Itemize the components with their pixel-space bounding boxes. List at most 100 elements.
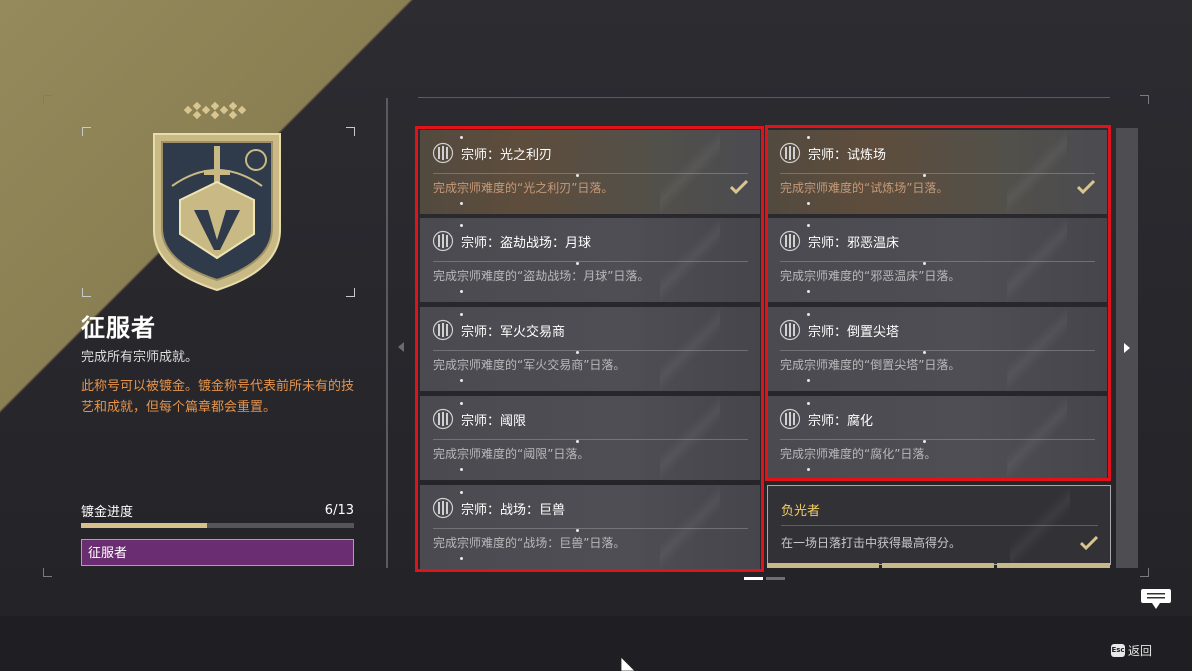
decor-dot bbox=[576, 174, 579, 177]
triumph-title: 宗师：试炼场 bbox=[808, 148, 887, 163]
card-chevron-pattern bbox=[1007, 396, 1067, 480]
triumph-card[interactable]: 宗师：试炼场 完成宗师难度的“试炼场”日落。 bbox=[767, 130, 1107, 214]
emblem-frame-corner bbox=[346, 127, 355, 136]
header-divider bbox=[418, 97, 1110, 98]
triumph-card[interactable]: 宗师：倒置尖塔 完成宗师难度的“倒置尖塔”日落。 bbox=[767, 307, 1107, 391]
decor-dot bbox=[576, 529, 579, 532]
decor-dot bbox=[460, 290, 463, 293]
conqueror-seal-icon bbox=[153, 133, 281, 292]
triumph-description: 完成宗师难度的“光之利刃”日落。 bbox=[433, 181, 614, 195]
triumph-card[interactable]: 宗师：腐化完成宗师难度的“腐化”日落。 bbox=[767, 396, 1107, 480]
back-label: 返回 bbox=[1128, 644, 1153, 658]
triumph-description: 在一场日落打击中获得最高得分。 bbox=[781, 536, 962, 550]
decor-dot bbox=[460, 557, 463, 560]
decor-dot bbox=[923, 351, 926, 354]
triumph-description: 完成宗师难度的“军火交易商”日落。 bbox=[433, 358, 626, 372]
panel-divider bbox=[386, 98, 388, 568]
card-chevron-pattern bbox=[1007, 218, 1067, 302]
corner-marker bbox=[1140, 568, 1149, 577]
page-indicator[interactable] bbox=[766, 577, 785, 580]
card-rule bbox=[433, 350, 748, 351]
card-rule bbox=[781, 525, 1098, 526]
emblem-frame-corner bbox=[82, 288, 91, 297]
screen: 征服者 完成所有宗师成就。 此称号可以被镀金。镀金称号代表前所未有的技艺和成就，… bbox=[0, 0, 1192, 671]
back-button[interactable]: Esc 返回 bbox=[1111, 642, 1152, 659]
chat-icon[interactable] bbox=[1140, 588, 1172, 610]
decor-dot bbox=[807, 136, 810, 139]
gilding-progress-label: 镀金进度 bbox=[81, 505, 134, 520]
grandmaster-icon bbox=[432, 319, 454, 341]
progress-segment bbox=[882, 563, 994, 568]
checkmark-icon bbox=[1077, 180, 1095, 194]
card-rule bbox=[780, 261, 1095, 262]
card-rule bbox=[433, 261, 748, 262]
decor-dot bbox=[807, 402, 810, 405]
decor-dot bbox=[923, 174, 926, 177]
card-chevron-pattern bbox=[660, 485, 720, 569]
triumph-title: 宗师：盗劫战场：月球 bbox=[461, 236, 592, 251]
checkmark-icon bbox=[730, 180, 748, 194]
triumph-card[interactable]: 宗师：盗劫战场：月球完成宗师难度的“盗劫战场：月球”日落。 bbox=[420, 218, 760, 302]
triumph-description: 完成宗师难度的“战场：巨兽”日落。 bbox=[433, 536, 626, 550]
triumph-card[interactable]: 宗师：军火交易商完成宗师难度的“军火交易商”日落。 bbox=[420, 307, 760, 391]
triumph-description: 完成宗师难度的“腐化”日落。 bbox=[780, 447, 937, 461]
card-rule bbox=[433, 528, 748, 529]
esc-key-icon: Esc bbox=[1111, 644, 1125, 657]
page-next-arrow-icon[interactable] bbox=[1124, 343, 1130, 353]
gilding-progress-count: 6/13 bbox=[324, 503, 354, 518]
bottom-bar bbox=[0, 616, 1192, 671]
triumph-card[interactable]: 宗师：邪恶温床 完成宗师难度的“邪恶温床”日落。 bbox=[767, 218, 1107, 302]
triumph-title: 宗师：光之利刃 bbox=[461, 148, 553, 163]
triumph-title: 负光者 bbox=[781, 504, 821, 519]
decor-dot bbox=[460, 468, 463, 471]
grandmaster-icon bbox=[779, 408, 801, 430]
triumph-title: 宗师：阈限 bbox=[461, 414, 527, 429]
decor-dot bbox=[576, 262, 579, 265]
decor-dot bbox=[807, 379, 810, 382]
decor-dot bbox=[923, 440, 926, 443]
emblem-frame-corner bbox=[82, 127, 91, 136]
decor-dot bbox=[576, 440, 579, 443]
decor-dot bbox=[460, 136, 463, 139]
card-chevron-pattern bbox=[660, 218, 720, 302]
triumph-description: 完成宗师难度的“盗劫战场：月球”日落。 bbox=[433, 269, 650, 283]
grandmaster-icon bbox=[432, 230, 454, 252]
triumph-card[interactable]: 宗师：阈限完成宗师难度的“阈限”日落。 bbox=[420, 396, 760, 480]
title-description: 完成所有宗师成就。 bbox=[81, 350, 199, 365]
grandmaster-icon bbox=[432, 142, 454, 164]
page-indicator-active[interactable] bbox=[744, 577, 763, 580]
grandmaster-icon bbox=[432, 408, 454, 430]
card-rule bbox=[780, 173, 1095, 174]
card-chevron-pattern bbox=[1007, 307, 1067, 391]
triumph-title: 宗师：战场：巨兽 bbox=[461, 503, 566, 518]
grandmaster-icon bbox=[779, 230, 801, 252]
decor-dot bbox=[807, 202, 810, 205]
title-name: 征服者 bbox=[81, 314, 156, 342]
decor-dot bbox=[460, 202, 463, 205]
decor-dot bbox=[923, 262, 926, 265]
gilding-progress-bar bbox=[81, 523, 354, 528]
triumph-title: 宗师：腐化 bbox=[808, 414, 874, 429]
triumph-description: 完成宗师难度的“邪恶温床”日落。 bbox=[780, 269, 961, 283]
page-prev-arrow-icon[interactable] bbox=[398, 342, 404, 352]
decor-dot bbox=[460, 313, 463, 316]
decor-dot bbox=[576, 351, 579, 354]
triumph-description: 完成宗师难度的“阈限”日落。 bbox=[433, 447, 590, 461]
corner-marker bbox=[43, 568, 52, 577]
triumph-card[interactable]: 宗师：战场：巨兽完成宗师难度的“战场：巨兽”日落。 bbox=[420, 485, 760, 569]
triumph-title: 宗师：倒置尖塔 bbox=[808, 325, 900, 340]
triumph-card[interactable]: 宗师：光之利刃完成宗师难度的“光之利刃”日落。 bbox=[420, 130, 760, 214]
mouse-cursor-icon bbox=[620, 656, 636, 671]
decor-dot bbox=[807, 224, 810, 227]
card-chevron-pattern bbox=[1007, 130, 1067, 214]
gilding-progress-fill bbox=[81, 523, 208, 528]
card-rule bbox=[433, 173, 748, 174]
card-rule bbox=[433, 439, 748, 440]
card-chevron-pattern bbox=[660, 396, 720, 480]
triumph-card[interactable]: 负光者在一场日落打击中获得最高得分。 bbox=[767, 485, 1111, 565]
title-chip[interactable]: 征服者 bbox=[81, 539, 354, 566]
card-chevron-pattern bbox=[660, 307, 720, 391]
triumph-title: 宗师：军火交易商 bbox=[461, 325, 566, 340]
card-rule bbox=[780, 350, 1095, 351]
decor-dot bbox=[807, 290, 810, 293]
